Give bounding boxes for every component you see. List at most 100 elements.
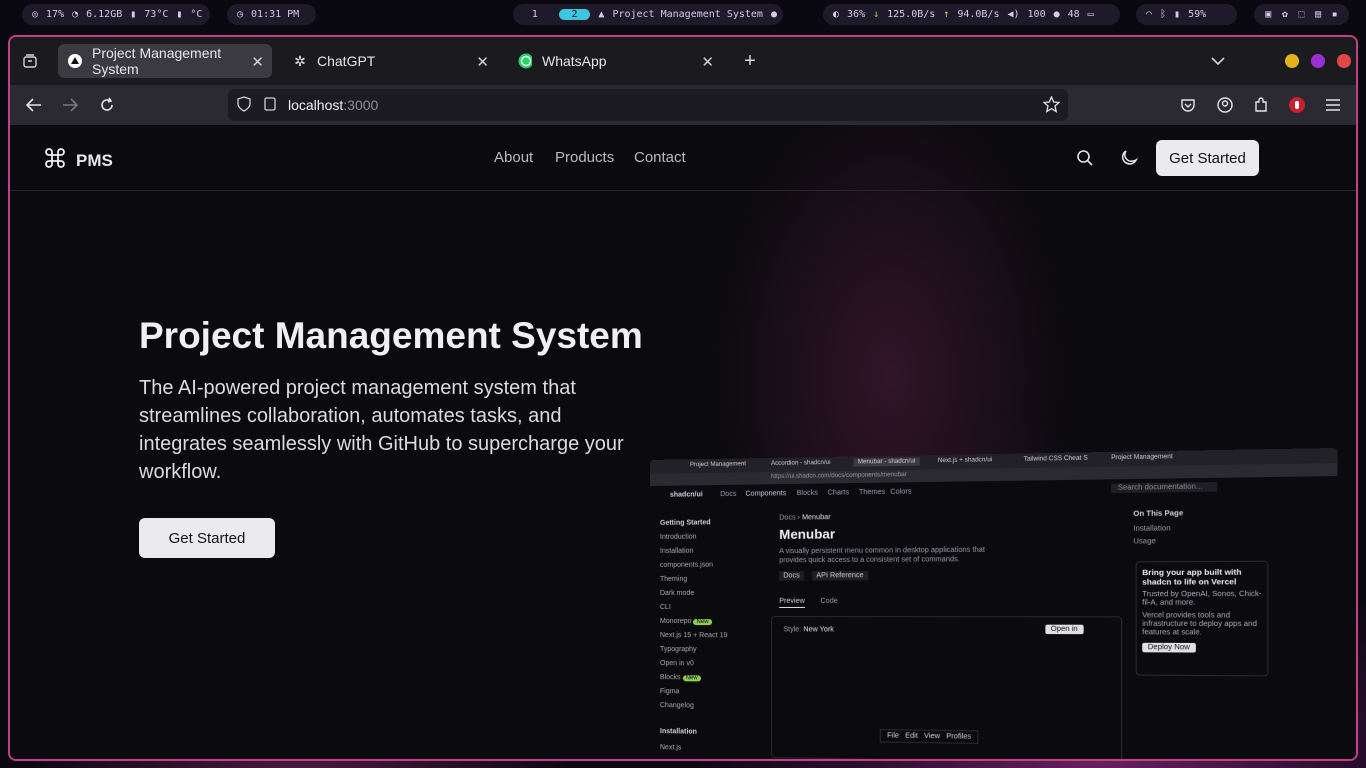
preview-nav-item: Themes <box>858 488 886 497</box>
preview-promo-card: Bring your app built with shadcn to life… <box>1135 560 1269 677</box>
active-window-title: Project Management System <box>612 9 763 20</box>
close-tab-icon[interactable]: ✕ <box>251 53 264 71</box>
menubar-item: View <box>924 732 941 741</box>
menubar-item: File <box>887 732 899 740</box>
preview-sidebar-item: Introduction <box>659 533 697 541</box>
preview-sidebar-item: Monorepo New <box>659 618 712 626</box>
site-logo[interactable]: PMS <box>44 147 113 174</box>
gpu-temp: °C <box>190 9 203 20</box>
firefox-icon: ● <box>770 9 777 20</box>
tab-whatsapp[interactable]: WhatsApp ✕ <box>508 44 722 78</box>
preview-tab: Project Management <box>1111 454 1173 462</box>
mic-icon[interactable]: ● <box>1054 9 1060 20</box>
preview-nav-item: Blocks <box>796 489 818 498</box>
whatsapp-icon <box>518 53 532 69</box>
cpu-icon: ◎ <box>32 9 39 20</box>
nav-products[interactable]: Products <box>555 149 614 166</box>
minimize-button[interactable] <box>1285 54 1299 68</box>
extensions-icon[interactable] <box>1251 95 1271 115</box>
preview-tab: Project Management <box>689 461 746 469</box>
screenshot-icon[interactable]: ⬚ <box>1298 9 1304 20</box>
moon-icon[interactable] <box>1120 149 1139 172</box>
preview-link: Docs <box>779 571 804 581</box>
close-tab-icon[interactable]: ✕ <box>476 53 489 71</box>
palette-icon[interactable]: ✿ <box>1282 9 1288 20</box>
preview-sidebar-item: Installation <box>659 728 697 736</box>
promo-text: Trusted by OpenAI, Sonos, Chick-fil-A, a… <box>1142 590 1262 607</box>
new-tab-icon[interactable]: + <box>740 50 760 72</box>
shield-icon[interactable] <box>236 95 252 115</box>
style-label: Style: <box>783 626 802 634</box>
upload-icon: ↑ <box>943 9 950 20</box>
wifi-icon[interactable]: ◠ <box>1146 9 1152 20</box>
address-bar[interactable]: localhost:3000 <box>228 89 1068 121</box>
close-window-button[interactable] <box>1337 54 1351 68</box>
ram-icon: ◔ <box>72 9 79 20</box>
tray-widget: ▣ ✿ ⬚ ▤ ▪ <box>1254 4 1349 25</box>
tab-overview-icon[interactable] <box>20 51 40 71</box>
preview-search: Search documentation... <box>1111 482 1218 494</box>
brightness-level: 36% <box>847 9 866 20</box>
battery-icon: ▮ <box>1174 9 1181 20</box>
promo-button: Deploy Now <box>1142 642 1196 653</box>
hamburger-menu-icon[interactable] <box>1323 95 1343 115</box>
preview-link: API Reference <box>812 571 868 581</box>
preview-sidebar-item: Theming <box>659 575 688 583</box>
system-stats: ◎ 17% ◔ 6.12GB ▮ 73°C ▮ °C <box>22 4 210 25</box>
ram-usage: 6.12GB <box>86 9 123 20</box>
power-icon[interactable]: ▪ <box>1332 9 1338 20</box>
preview-on-page: On This Page <box>1133 510 1184 519</box>
new-badge: New <box>682 675 701 682</box>
close-tab-icon[interactable]: ✕ <box>701 53 714 71</box>
tab-title: Project Management System <box>92 45 222 77</box>
preview-brand: shadcn/ui <box>669 491 703 499</box>
clipboard-icon[interactable]: ▤ <box>1315 9 1321 20</box>
connectivity-widget: ◠ ᛒ ▮ 59% <box>1136 4 1237 25</box>
bluetooth-icon[interactable]: ᛒ <box>1160 9 1166 20</box>
preview-on-page-item: Installation <box>1133 525 1171 533</box>
bookmark-star-icon[interactable] <box>1042 95 1061 116</box>
get-started-hero-button[interactable]: Get Started <box>139 518 275 558</box>
preview-menubar: File Edit View Profiles <box>879 729 979 744</box>
search-icon[interactable] <box>1076 149 1094 172</box>
preview-tab: Tailwind CSS Cheat S <box>1023 455 1088 463</box>
mic-level: 48 <box>1067 9 1080 20</box>
volume-level: 100 <box>1027 9 1046 20</box>
maximize-button[interactable] <box>1311 54 1325 68</box>
site-header: PMS About Products Contact Get Started <box>10 125 1356 191</box>
tab-bar: Project Management System ✕ ✲ ChatGPT ✕ … <box>10 37 1356 85</box>
tab-title: ChatGPT <box>317 53 376 69</box>
nav-about[interactable]: About <box>494 149 533 166</box>
workspace-1[interactable]: 1 <box>519 9 551 20</box>
chevron-down-icon[interactable] <box>1208 51 1228 71</box>
clock-icon: ◷ <box>237 9 244 20</box>
preview-sidebar-label: Monorepo <box>659 618 692 626</box>
tab-project-management[interactable]: Project Management System ✕ <box>58 44 272 78</box>
back-arrow-icon[interactable] <box>24 95 44 115</box>
page-icon <box>264 96 276 114</box>
clock-widget[interactable]: ◷ 01:31 PM <box>227 4 316 25</box>
preview-nav-item: Colors <box>890 488 912 496</box>
volume-icon[interactable]: ◀) <box>1007 9 1019 20</box>
preview-sidebar-item: Figma <box>659 688 680 696</box>
pocket-icon[interactable] <box>1178 95 1198 115</box>
forward-arrow-icon[interactable] <box>60 95 80 115</box>
preview-crumb: Menubar <box>802 514 831 522</box>
hero-description: The AI-powered project management system… <box>139 377 624 483</box>
preview-tab: Next.js + shadcn/ui <box>937 457 993 465</box>
promo-text: Vercel provides tools and infrastructure… <box>1142 612 1258 637</box>
workspace-2[interactable]: 2 <box>558 9 591 20</box>
tab-title: WhatsApp <box>542 53 607 69</box>
url-port: :3000 <box>343 97 379 113</box>
get-started-header-button[interactable]: Get Started <box>1156 140 1259 176</box>
reload-icon[interactable] <box>97 95 117 115</box>
menubar-item: Edit <box>905 732 918 740</box>
account-icon[interactable] <box>1215 95 1235 115</box>
lock-icon[interactable]: ▣ <box>1265 9 1271 20</box>
preview-breadcrumb: Docs › Menubar <box>779 514 831 522</box>
preview-tab-preview: Preview <box>779 597 805 608</box>
tab-chatgpt[interactable]: ✲ ChatGPT ✕ <box>283 44 497 78</box>
nav-contact[interactable]: Contact <box>634 149 686 166</box>
preview-sidebar-item: components.json <box>659 561 714 569</box>
ublock-icon[interactable] <box>1287 95 1307 115</box>
